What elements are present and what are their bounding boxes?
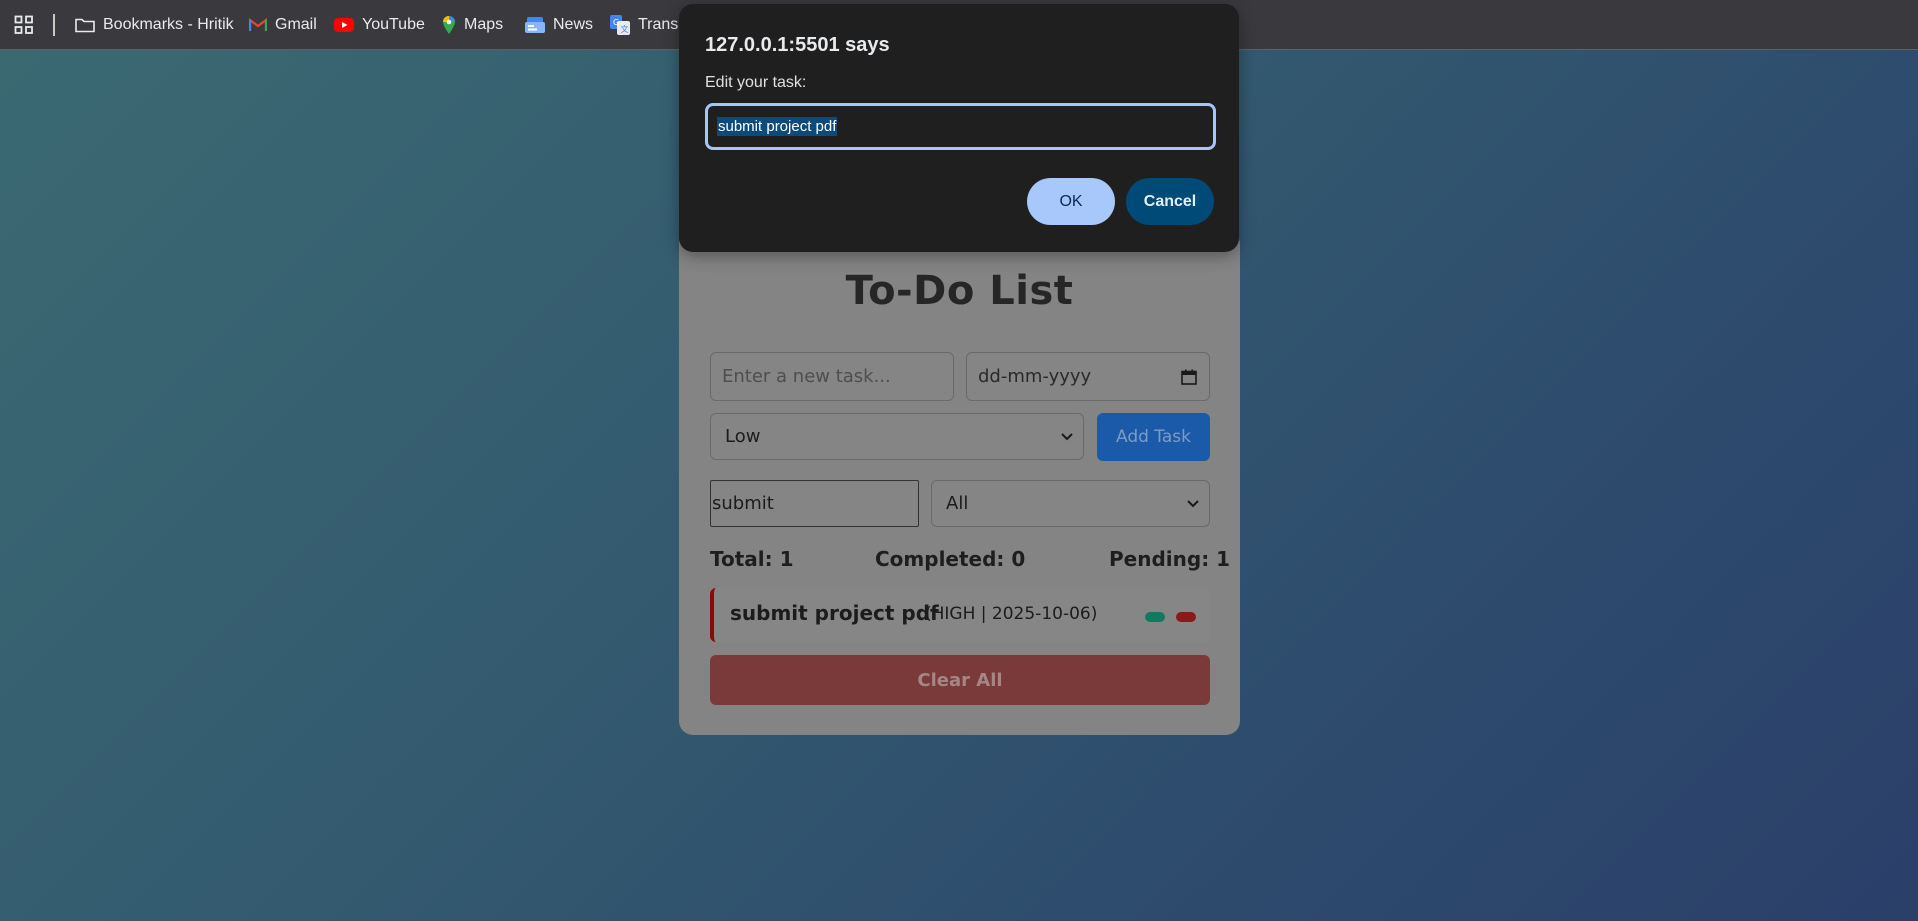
bookmark-label: News	[553, 16, 594, 33]
ok-button[interactable]: OK	[1027, 178, 1115, 225]
task-item: submit project pdf (HIGH | 2025-10-06)	[710, 588, 1210, 642]
delete-task-button[interactable]	[1176, 612, 1196, 622]
dialog-origin: 127.0.0.1:5501 says	[705, 34, 890, 56]
bookmark-youtube[interactable]: YouTube	[334, 0, 425, 50]
gmail-icon	[249, 18, 267, 31]
svg-text:G: G	[613, 18, 619, 27]
bookmark-maps[interactable]: Maps	[442, 0, 503, 50]
chevron-down-icon	[1187, 499, 1199, 507]
bookmark-label: Bookmarks - Hritik	[103, 16, 234, 33]
dialog-message: Edit your task:	[705, 74, 807, 91]
add-task-button[interactable]: Add Task	[1097, 413, 1210, 461]
folder-icon	[75, 18, 95, 33]
filter-select[interactable]: All	[931, 480, 1210, 527]
bookmark-folder-hritik[interactable]: Bookmarks - Hritik	[75, 0, 234, 50]
priority-select-value: Low	[725, 426, 761, 447]
apps-grid-icon[interactable]	[14, 15, 34, 35]
maps-icon	[443, 16, 455, 34]
filter-select-value: All	[946, 493, 969, 514]
bookmark-gmail[interactable]: Gmail	[249, 0, 317, 50]
prompt-dialog: 127.0.0.1:5501 says Edit your task: subm…	[679, 4, 1239, 252]
priority-select[interactable]: Low	[710, 413, 1084, 460]
task-meta: (HIGH | 2025-10-06)	[925, 604, 1098, 624]
search-input[interactable]: submit	[710, 480, 919, 527]
cancel-button[interactable]: Cancel	[1126, 178, 1214, 225]
dialog-input[interactable]: submit project pdf	[705, 103, 1216, 150]
news-icon	[525, 17, 545, 33]
todo-card: To-Do List Enter a new task... dd-mm-yyy…	[679, 230, 1240, 735]
dialog-input-value: submit project pdf	[717, 117, 838, 136]
bookmark-news[interactable]: News	[525, 0, 593, 50]
task-name: submit project pdf	[730, 601, 939, 625]
bookmark-label: YouTube	[362, 16, 425, 33]
bookmark-label: Gmail	[275, 16, 317, 33]
search-input-value: submit	[712, 493, 774, 514]
stat-pending: Pending: 1	[1109, 547, 1231, 571]
bookmarks-separator	[53, 14, 55, 36]
chevron-down-icon	[1061, 432, 1073, 440]
date-placeholder: dd-mm-yyyy	[978, 366, 1092, 387]
page-title: To-Do List	[845, 268, 1074, 314]
stat-total: Total: 1	[710, 547, 794, 571]
task-input-placeholder: Enter a new task...	[722, 366, 891, 387]
clear-all-button[interactable]: Clear All	[710, 655, 1210, 705]
task-input[interactable]: Enter a new task...	[710, 352, 954, 401]
svg-text:文: 文	[621, 24, 629, 34]
complete-task-button[interactable]	[1145, 612, 1165, 622]
date-input[interactable]: dd-mm-yyyy	[966, 352, 1210, 401]
youtube-icon	[334, 18, 354, 32]
calendar-icon[interactable]	[1181, 369, 1197, 385]
translate-icon: G 文	[610, 15, 630, 35]
stat-completed: Completed: 0	[875, 547, 1026, 571]
bookmark-label: Maps	[464, 16, 504, 33]
